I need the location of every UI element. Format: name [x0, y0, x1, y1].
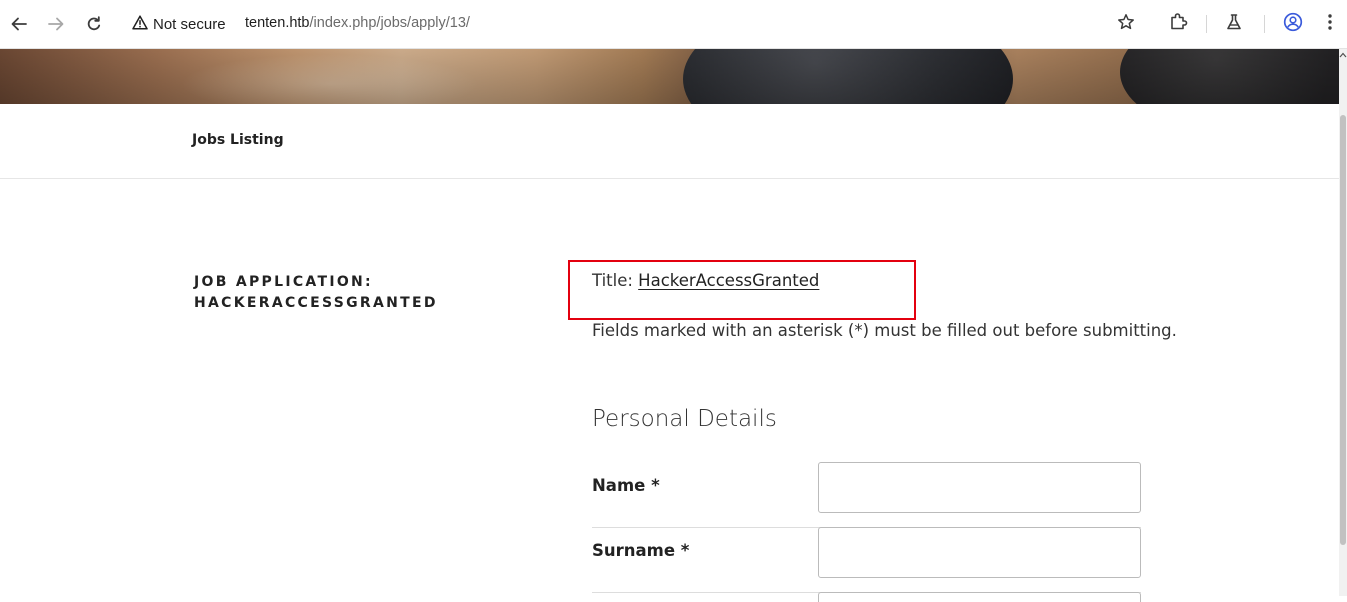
- job-title-label: Title:: [592, 271, 639, 290]
- puzzle-icon: [1169, 12, 1188, 36]
- security-indicator[interactable]: Not secure: [132, 13, 226, 35]
- scroll-up-arrow-icon[interactable]: [1339, 49, 1347, 61]
- form-row-name: Name *: [592, 462, 1141, 528]
- surname-label: Surname *: [592, 541, 690, 560]
- toolbar-divider: [1206, 15, 1207, 33]
- bookmark-button[interactable]: [1114, 12, 1138, 36]
- warning-icon: [132, 14, 148, 34]
- scrollbar-thumb[interactable]: [1340, 115, 1346, 545]
- star-icon: [1117, 13, 1135, 36]
- arrow-left-icon: [10, 15, 28, 33]
- arrow-right-icon: [47, 15, 65, 33]
- reload-button[interactable]: [81, 11, 107, 37]
- name-input[interactable]: [818, 462, 1141, 513]
- job-title-line: Title: HackerAccessGranted: [592, 271, 819, 290]
- form-row-surname: Surname *: [592, 527, 1141, 593]
- security-label: Not secure: [153, 15, 226, 33]
- name-label: Name *: [592, 476, 660, 495]
- surname-input[interactable]: [818, 527, 1141, 578]
- back-button[interactable]: [6, 11, 32, 37]
- profile-button[interactable]: [1281, 12, 1305, 36]
- reload-icon: [85, 15, 103, 33]
- url-text[interactable]: tenten.htb/index.php/jobs/apply/13/: [245, 15, 470, 31]
- nav-link-jobs-listing[interactable]: Jobs Listing: [192, 132, 284, 148]
- required-fields-note: Fields marked with an asterisk (*) must …: [592, 321, 1177, 340]
- browser-toolbar: Not secure tenten.htb/index.php/jobs/app…: [0, 0, 1347, 49]
- job-title-link[interactable]: HackerAccessGranted: [638, 271, 819, 290]
- site-navigation: Jobs Listing: [0, 104, 1339, 179]
- address-bar[interactable]: Not secure tenten.htb/index.php/jobs/app…: [122, 6, 1162, 42]
- header-image: [0, 49, 1339, 104]
- forward-button[interactable]: [43, 11, 69, 37]
- page-scrollbar[interactable]: [1339, 49, 1347, 596]
- account-circle-icon: [1283, 12, 1303, 37]
- personal-details-heading: Personal Details: [592, 406, 777, 432]
- more-vertical-icon: [1327, 13, 1333, 36]
- extensions-button[interactable]: [1166, 12, 1190, 36]
- header-image-shade: [0, 49, 1339, 104]
- url-host: tenten.htb: [245, 15, 310, 31]
- url-path: /index.php/jobs/apply/13/: [309, 15, 470, 31]
- next-field-input[interactable]: [818, 592, 1141, 602]
- toolbar-divider: [1264, 15, 1265, 33]
- highlight-annotation: [568, 260, 916, 320]
- page-title: JOB APPLICATION: HACKERACCESSGRANTED: [194, 274, 438, 311]
- flask-icon: [1225, 13, 1243, 36]
- labs-button[interactable]: [1222, 12, 1246, 36]
- browser-menu-button[interactable]: [1318, 12, 1342, 36]
